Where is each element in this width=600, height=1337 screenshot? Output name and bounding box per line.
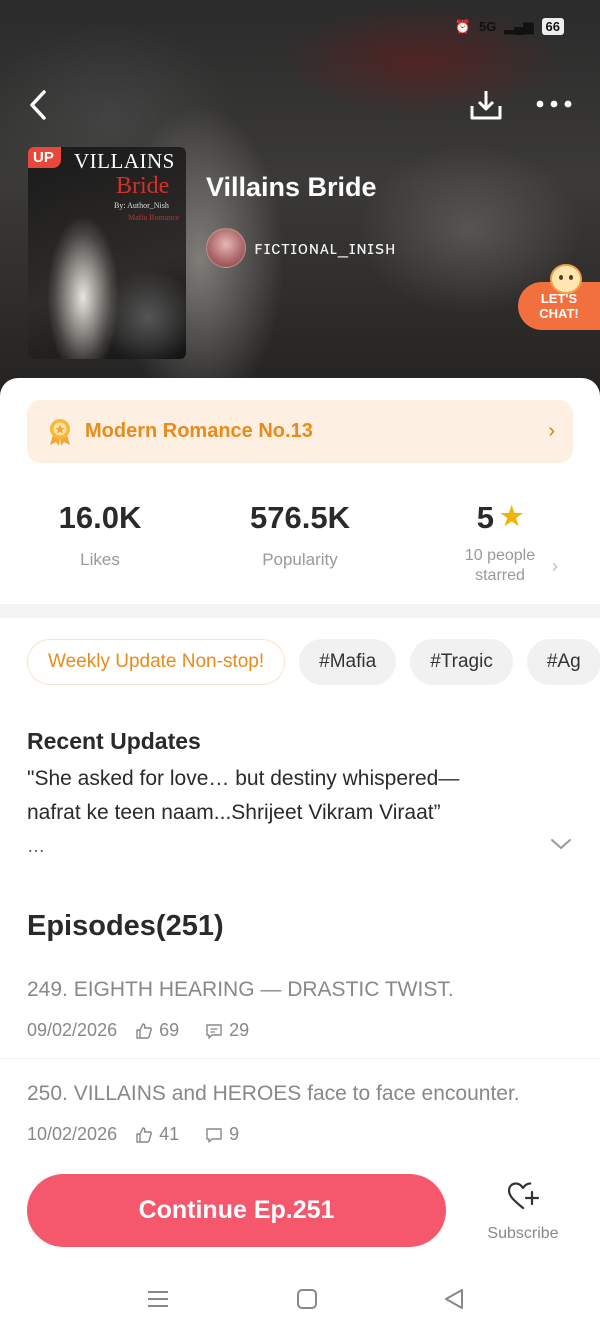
popularity-value: 576.5K [250, 500, 350, 535]
back-nav-icon[interactable] [441, 1286, 467, 1312]
signal-label: 5G [478, 19, 497, 34]
popularity-label: Popularity [262, 550, 338, 569]
episode-date: 09/02/2026 [27, 1020, 118, 1040]
battery-indicator: 66 [541, 18, 564, 35]
back-arrow-icon[interactable] [24, 88, 54, 122]
episode-comments: 9 [229, 1124, 240, 1144]
heart-plus-icon [507, 1182, 540, 1210]
popularity-stat: 576.5K Popularity [230, 500, 370, 570]
episode-likes: 69 [159, 1020, 180, 1040]
episode-comments: 29 [229, 1020, 250, 1040]
book-cover[interactable]: UP VILLAINS Bride By: Author_Nish Mafia … [28, 147, 186, 359]
book-title: Villains Bride [206, 172, 377, 202]
chevron-right-icon: › [548, 420, 555, 442]
tag-list: Weekly Update Non-stop! #Mafia #Tragic #… [27, 639, 600, 685]
menu-nav-icon[interactable] [145, 1286, 171, 1312]
comment-icon [206, 1127, 222, 1143]
episode-meta: 09/02/2026 69 29 [27, 1020, 573, 1041]
chevron-down-icon[interactable] [550, 836, 572, 852]
episode-date: 10/02/2026 [27, 1124, 118, 1144]
episode-item[interactable]: 249. EIGHTH HEARING — DRASTIC TWIST. 09/… [27, 976, 573, 1041]
comment-icon [206, 1023, 222, 1039]
author-name[interactable]: ꜰɪᴄᴛɪᴏɴᴀʟ_ɪɴɪꜱʜ [254, 238, 396, 259]
cover-title-line2: Bride [116, 173, 170, 199]
tag-mafia[interactable]: #Mafia [299, 639, 397, 685]
medal-icon [50, 418, 70, 446]
episode-title: 250. VILLAINS and HEROES face to face en… [27, 1082, 520, 1105]
episodes-heading: Episodes(251) [27, 910, 224, 942]
ranking-banner[interactable]: Modern Romance No.13 › [27, 400, 573, 463]
star-icon: ★ [499, 501, 524, 531]
episode-item[interactable]: 250. VILLAINS and HEROES face to face en… [27, 1080, 573, 1145]
alarm-icon: ⏰ [454, 18, 471, 34]
subscribe-button[interactable]: Subscribe [482, 1180, 564, 1243]
section-divider [0, 604, 600, 618]
rating-label-line2: starred [475, 567, 525, 584]
likes-value: 16.0K [58, 500, 142, 535]
recent-updates-heading: Recent Updates [27, 728, 201, 754]
more-dots-icon[interactable] [534, 94, 574, 114]
episode-likes: 41 [159, 1124, 180, 1144]
ranking-label: Modern Romance No.13 [85, 420, 313, 442]
episode-meta: 10/02/2026 41 9 [27, 1124, 573, 1145]
rating-stat[interactable]: 5 ★ 10 people starred [440, 500, 560, 586]
episode-divider [0, 1058, 600, 1059]
rating-label: 10 people starred [440, 546, 560, 586]
chat-label-line2: CHAT! [539, 306, 579, 321]
tag-weekly-update[interactable]: Weekly Update Non-stop! [27, 639, 286, 685]
subscribe-label: Subscribe [487, 1225, 559, 1242]
tag-ag[interactable]: #Ag [526, 639, 600, 685]
episode-title: 249. EIGHTH HEARING — DRASTIC TWIST. [27, 978, 454, 1001]
signal-icon: ▂▄▆ [504, 18, 534, 34]
author-avatar[interactable] [206, 228, 246, 268]
thumbs-up-icon [136, 1022, 152, 1039]
tag-tragic[interactable]: #Tragic [410, 639, 513, 685]
continue-reading-button[interactable]: Continue Ep.251 [27, 1174, 446, 1247]
thumbs-up-icon [136, 1126, 152, 1143]
home-nav-icon[interactable] [294, 1286, 320, 1312]
author-row[interactable]: ꜰɪᴄᴛɪᴏɴᴀʟ_ɪɴɪꜱʜ [206, 228, 396, 268]
cover-title-line1: VILLAINS [74, 149, 175, 173]
likes-label: Likes [80, 550, 120, 569]
lets-chat-button[interactable]: LET'S CHAT! [518, 264, 600, 332]
chevron-right-icon[interactable]: › [552, 556, 558, 577]
status-bar: ⏰ 5G ▂▄▆ 66 [455, 18, 564, 35]
cover-author: By: Author_Nish [114, 201, 169, 210]
download-icon[interactable] [468, 88, 504, 122]
recent-updates-ellipsis: … [27, 836, 45, 856]
cover-tagline: Mafia Romance [128, 213, 180, 222]
chat-mascot-icon [550, 264, 582, 294]
likes-stat: 16.0K Likes [40, 500, 160, 570]
chat-label-line1: LET'S [540, 291, 578, 306]
recent-updates-text: "She asked for love… but destiny whisper… [27, 767, 460, 824]
rating-value: 5 [476, 500, 494, 535]
rating-label-line1: 10 people [464, 547, 536, 564]
update-badge: UP [28, 147, 61, 168]
